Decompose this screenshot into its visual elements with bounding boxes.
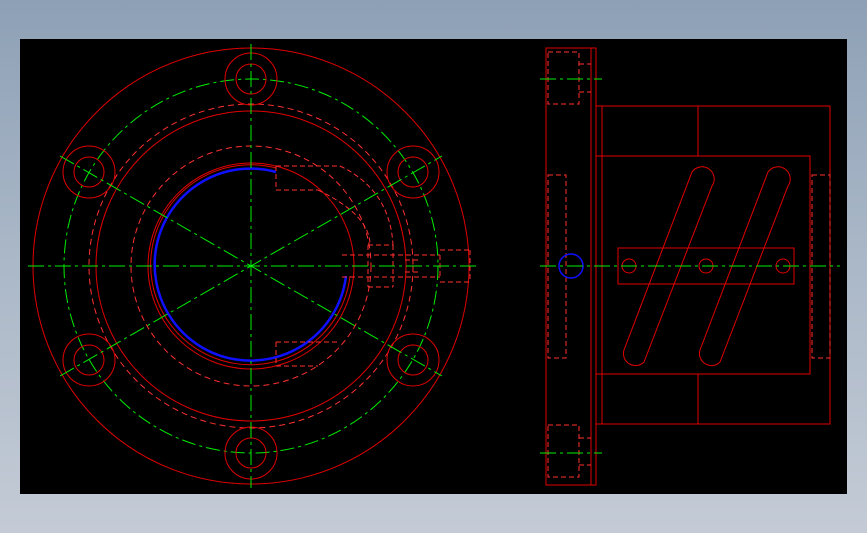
cad-viewport[interactable]: [20, 39, 847, 494]
bore-blue-arc: [153, 167, 348, 362]
bore-red-arc: [150, 164, 351, 366]
flange-bolt-hidden: [547, 51, 591, 478]
front-view: [28, 44, 480, 488]
side-centerlines: [540, 78, 840, 454]
cad-drawing: [28, 44, 840, 488]
side-view: [540, 47, 840, 486]
bolt-hole-lower-right: [386, 333, 440, 387]
